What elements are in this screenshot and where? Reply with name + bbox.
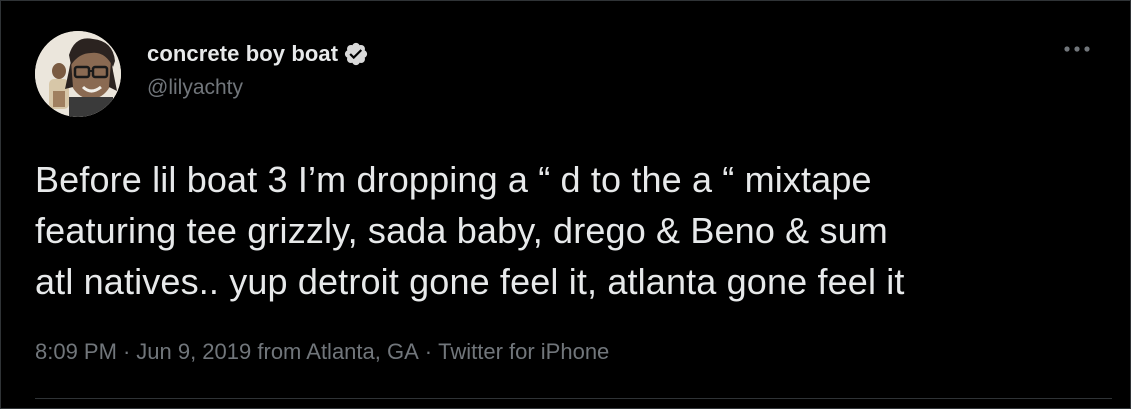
tweet-time[interactable]: 8:09 PM: [35, 339, 117, 365]
tweet-header: concrete boy boat @lilyachty: [35, 31, 369, 117]
avatar[interactable]: [35, 31, 121, 117]
display-name[interactable]: concrete boy boat: [147, 41, 338, 67]
meta-separator: ·: [424, 339, 433, 364]
more-horizontal-icon[interactable]: [1061, 39, 1093, 59]
tweet-card: concrete boy boat @lilyachty Before lil …: [0, 0, 1131, 409]
tweet-source[interactable]: Twitter for iPhone: [438, 339, 609, 365]
tweet-text: Before lil boat 3 I’m dropping a “ d to …: [35, 159, 905, 302]
tweet-date[interactable]: Jun 9, 2019: [136, 339, 251, 365]
tweet-location[interactable]: from Atlanta, GA: [257, 339, 418, 365]
avatar-image: [35, 31, 121, 117]
verified-badge-icon: [343, 41, 369, 67]
meta-separator: ·: [122, 339, 131, 364]
author-handle[interactable]: @lilyachty: [147, 76, 369, 100]
tweet-meta: 8:09 PM · Jun 9, 2019 from Atlanta, GA ·…: [35, 339, 609, 365]
author-info: concrete boy boat @lilyachty: [147, 39, 369, 100]
display-name-row: concrete boy boat: [147, 39, 369, 69]
divider: [35, 398, 1112, 399]
